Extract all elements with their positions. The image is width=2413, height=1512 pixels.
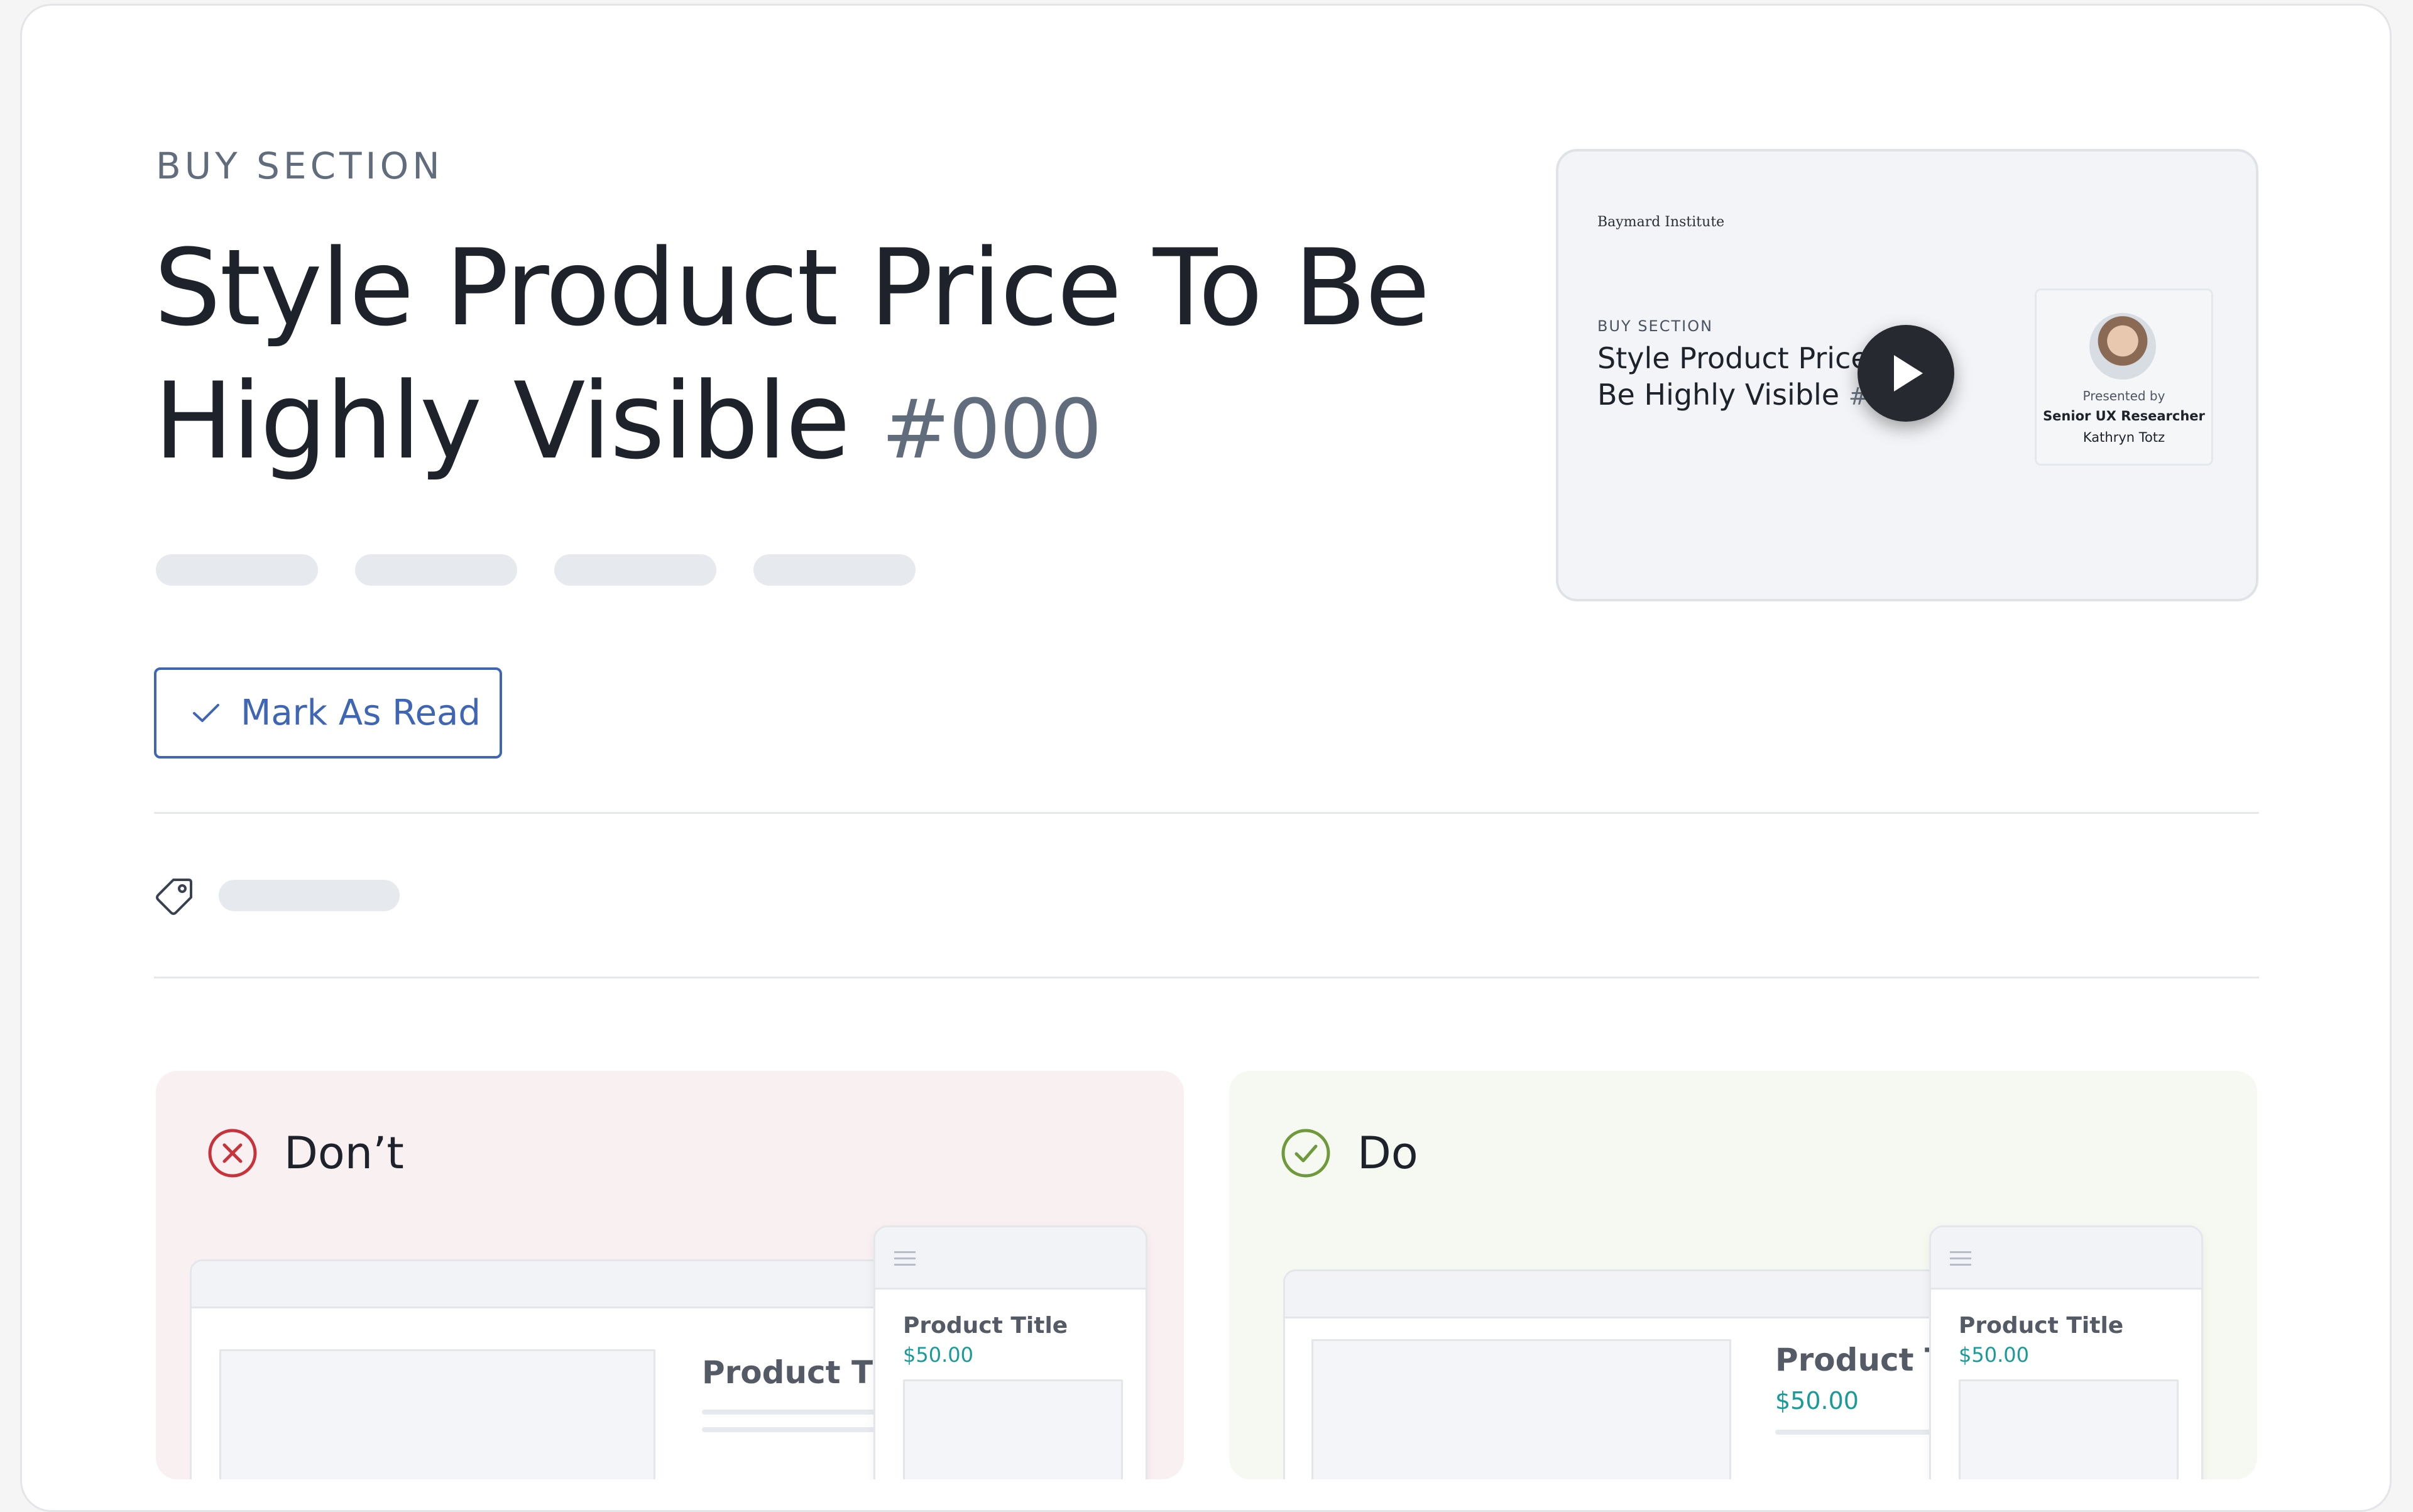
mobile-product-title: Product Title xyxy=(1959,1313,2124,1339)
mobile-mockup: Product Title $50.00 xyxy=(1929,1225,2203,1479)
mobile-product-title: Product Title xyxy=(903,1313,1068,1339)
section-label: BUY SECTION xyxy=(156,145,444,187)
check-icon xyxy=(193,703,219,722)
browser-bar xyxy=(192,1261,942,1308)
skeleton-tag xyxy=(753,554,916,586)
hamburger-icon xyxy=(1950,1251,1971,1270)
image-placeholder xyxy=(1311,1339,1731,1479)
skeleton-tag xyxy=(219,880,400,911)
mark-as-read-button[interactable]: Mark As Read xyxy=(154,667,502,759)
play-icon xyxy=(1894,355,1923,392)
desktop-price: $50.00 xyxy=(1775,1387,1859,1415)
presenter-role: Senior UX Researcher xyxy=(2043,408,2205,424)
page-title: Style Product Price To Be Highly Visible… xyxy=(154,221,1536,496)
browser-bar xyxy=(1285,1271,2023,1318)
mobile-price: $50.00 xyxy=(903,1343,973,1367)
skeleton-tag xyxy=(355,554,517,586)
do-header: Do xyxy=(1281,1127,1418,1179)
mark-as-read-label: Mark As Read xyxy=(241,693,481,733)
do-example-panel: Do Product Ti $50.00 Product Title $50.0… xyxy=(1229,1071,2257,1479)
divider xyxy=(154,977,2259,978)
dont-label: Don’t xyxy=(284,1127,404,1179)
desktop-mockup: Product Tit xyxy=(190,1259,944,1479)
dont-header: Don’t xyxy=(207,1127,404,1179)
x-circle-icon xyxy=(208,1129,257,1178)
video-thumbnail[interactable]: Baymard Institute BUY SECTION Style Prod… xyxy=(1556,149,2258,601)
text-line xyxy=(702,1427,890,1432)
skeleton-tag xyxy=(156,554,318,586)
title-text: Style Product Price To Be Highly Visible xyxy=(154,226,1430,483)
brand-logo: Baymard Institute xyxy=(1597,214,1725,230)
check-circle-icon xyxy=(1281,1129,1330,1178)
mobile-header xyxy=(875,1227,1146,1290)
presenter-card: Presented by Senior UX Researcher Kathry… xyxy=(2035,288,2213,466)
tag-icon xyxy=(156,879,192,915)
mobile-header xyxy=(1931,1227,2201,1290)
desktop-mockup: Product Ti $50.00 xyxy=(1283,1269,2025,1479)
avatar xyxy=(2089,313,2156,380)
text-line xyxy=(702,1410,890,1415)
mobile-price: $50.00 xyxy=(1959,1343,2029,1367)
skeleton-tag xyxy=(554,554,716,586)
image-placeholder xyxy=(219,1349,655,1479)
title-number: #000 xyxy=(881,381,1102,477)
do-label: Do xyxy=(1357,1127,1418,1179)
mobile-mockup: Product Title $50.00 xyxy=(873,1225,1147,1479)
dont-example-panel: Don’t Product Tit Product Title $50.00 xyxy=(156,1071,1184,1479)
hamburger-icon xyxy=(894,1251,916,1270)
desktop-product-title: Product Tit xyxy=(702,1354,899,1391)
presented-by-label: Presented by xyxy=(2082,388,2165,403)
divider xyxy=(154,812,2259,814)
image-placeholder xyxy=(1959,1379,2179,1479)
presenter-name: Kathryn Totz xyxy=(2082,430,2165,445)
image-placeholder xyxy=(903,1379,1123,1479)
play-button[interactable] xyxy=(1858,325,1954,422)
video-section-label: BUY SECTION xyxy=(1597,317,1714,335)
